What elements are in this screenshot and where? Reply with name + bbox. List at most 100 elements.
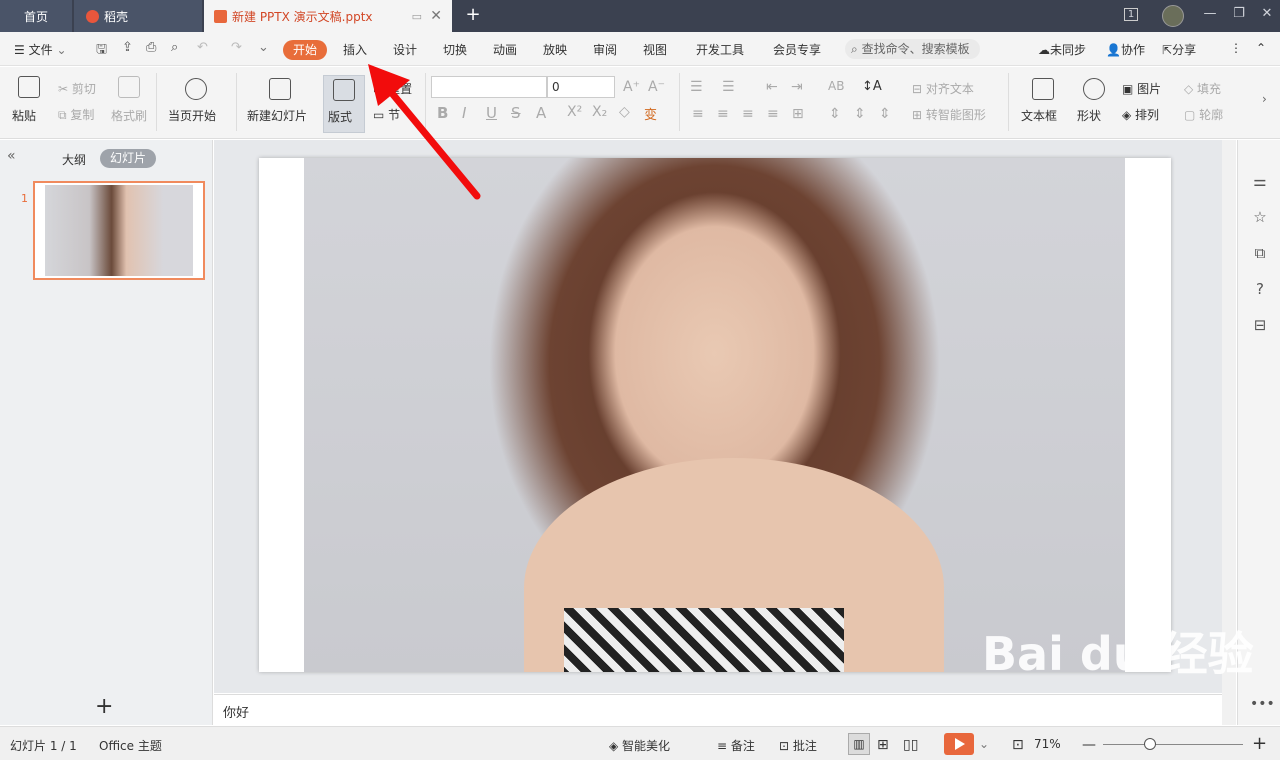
normal-view-icon[interactable]: ▥ [848, 733, 870, 755]
tab-insert[interactable]: 插入 [343, 41, 367, 58]
backup-icon[interactable]: ⊟ [1251, 316, 1269, 334]
tab-slideshow[interactable]: 放映 [543, 41, 567, 58]
file-menu[interactable]: ☰ 文件 ⌄ [14, 41, 67, 58]
font-size-select[interactable]: 0 [547, 76, 615, 98]
text-direction-icon[interactable]: AB [828, 79, 844, 93]
slide-photo[interactable] [304, 158, 1125, 672]
tab-home[interactable]: 首页 [0, 0, 72, 32]
decrease-font-icon[interactable]: A⁻ [648, 79, 665, 95]
tab-slides[interactable]: 幻灯片 [100, 149, 156, 168]
shape-button[interactable]: 形状 [1077, 107, 1101, 124]
arrange-button[interactable]: ◈ 排列 [1122, 106, 1159, 123]
columns-icon[interactable]: ⇕ [879, 106, 891, 122]
paste-button[interactable]: 粘贴 [12, 107, 36, 124]
align-left-icon[interactable]: ≡ [692, 106, 704, 122]
phonetic-icon[interactable]: 变 [644, 104, 657, 123]
tab-outline[interactable]: 大纲 [62, 151, 86, 168]
comments-button[interactable]: ⊡ 批注 [779, 737, 817, 754]
new-tab-button[interactable]: + [462, 4, 484, 25]
play-slideshow-button[interactable] [944, 733, 974, 755]
add-slide-button[interactable]: + [95, 694, 113, 719]
notes-text[interactable]: 你好 [223, 702, 249, 721]
numbering-icon[interactable]: ☰ [722, 79, 735, 95]
share-button[interactable]: ⇱分享 [1162, 41, 1196, 58]
align-text-button[interactable]: ⊟ 对齐文本 [912, 80, 974, 97]
tab-developer[interactable]: 开发工具 [696, 41, 744, 58]
tab-daoke[interactable]: 稻壳 [74, 0, 202, 32]
avatar[interactable] [1162, 5, 1184, 27]
outline-button[interactable]: ▢ 轮廓 [1184, 106, 1223, 123]
restore-icon[interactable]: ❐ [1228, 6, 1250, 21]
collapse-panel-icon[interactable]: « [7, 148, 16, 164]
slide[interactable] [259, 158, 1171, 672]
align-center-icon[interactable]: ≡ [717, 106, 729, 122]
slide-thumbnail[interactable] [33, 181, 205, 280]
transition-icon[interactable]: ⧉ [1251, 244, 1269, 262]
font-color-icon[interactable]: A [536, 104, 546, 122]
animation-star-icon[interactable]: ☆ [1251, 208, 1269, 226]
reading-view-icon[interactable]: ▯▯ [903, 737, 918, 753]
print-preview-icon[interactable]: ⌕ [171, 40, 178, 55]
close-tab-icon[interactable]: ✕ [430, 8, 442, 24]
sync-status[interactable]: ☁未同步 [1038, 41, 1086, 58]
more-options-icon[interactable]: ••• [1250, 696, 1275, 712]
collapse-ribbon-icon[interactable]: ⌃ [1256, 41, 1266, 55]
print-icon[interactable]: ⎙ [146, 40, 156, 55]
copy-button[interactable]: ⧉ 复制 [58, 106, 94, 123]
tab-animation[interactable]: 动画 [493, 41, 517, 58]
ribbon-scroll-right-icon[interactable]: › [1262, 92, 1267, 106]
superscript-icon[interactable]: X² [567, 104, 582, 120]
window-badge-icon[interactable]: 1 [1120, 6, 1142, 21]
bullets-icon[interactable]: ☰ [690, 79, 703, 95]
close-window-icon[interactable]: ✕ [1256, 6, 1278, 21]
slide-sorter-icon[interactable]: ⊞ [877, 737, 889, 753]
settings-sliders-icon[interactable]: ⚌ [1251, 172, 1269, 190]
clear-format-icon[interactable]: ◇ [619, 104, 630, 120]
minimize-icon[interactable]: — [1199, 6, 1221, 21]
zoom-slider-handle[interactable] [1144, 738, 1156, 750]
fit-window-icon[interactable]: ⊡ [1012, 737, 1024, 753]
new-slide-button[interactable]: 新建幻灯片 [247, 107, 307, 124]
increase-indent-icon[interactable]: ⇥ [791, 79, 803, 95]
distributed-icon[interactable]: ⊞ [792, 106, 804, 122]
fill-button[interactable]: ◇ 填充 [1184, 80, 1221, 97]
customize-dropdown-icon[interactable]: ⌄ [258, 40, 269, 55]
layout-button[interactable]: 版式 [323, 75, 365, 133]
cut-button[interactable]: ✂ 剪切 [58, 80, 96, 97]
picture-button[interactable]: ▣ 图片 [1122, 80, 1161, 97]
tab-document[interactable]: 新建 PPTX 演示文稿.pptx ▭ ✕ [204, 0, 452, 32]
increase-font-icon[interactable]: A⁺ [623, 79, 640, 95]
paragraph-spacing-icon[interactable]: ⇕ [854, 106, 866, 122]
tab-design[interactable]: 设计 [393, 41, 417, 58]
justify-icon[interactable]: ≡ [767, 106, 779, 122]
subscript-icon[interactable]: X₂ [592, 104, 607, 120]
play-from-current-button[interactable]: 当页开始 [168, 107, 216, 124]
zoom-in-icon[interactable]: + [1252, 733, 1267, 754]
zoom-slider[interactable] [1103, 744, 1243, 745]
sort-icon[interactable]: ↕A [862, 79, 882, 94]
theme-name[interactable]: Office 主题 [99, 737, 162, 754]
more-menu-icon[interactable]: ⋮ [1230, 41, 1242, 55]
tab-view[interactable]: 视图 [643, 41, 667, 58]
command-search[interactable]: ⌕ 查找命令、搜索模板 [845, 39, 980, 59]
line-spacing-icon[interactable]: ⇕ [829, 106, 841, 122]
monitor-icon[interactable]: ▭ [412, 10, 422, 23]
tab-review[interactable]: 审阅 [593, 41, 617, 58]
textbox-button[interactable]: 文本框 [1021, 107, 1057, 124]
export-icon[interactable]: ⇪ [122, 40, 133, 55]
tab-start[interactable]: 开始 [283, 40, 327, 60]
smart-beautify-button[interactable]: ◈ 智能美化 [609, 737, 670, 754]
help-icon[interactable]: ? [1251, 280, 1269, 298]
smartart-button[interactable]: ⊞ 转智能图形 [912, 106, 986, 123]
format-painter-button[interactable]: 格式刷 [111, 107, 147, 124]
tab-transition[interactable]: 切换 [443, 41, 467, 58]
zoom-level[interactable]: 71% [1034, 737, 1061, 751]
strikethrough-icon[interactable]: S [511, 104, 521, 122]
zoom-out-icon[interactable]: — [1082, 737, 1096, 753]
tab-membership[interactable]: 会员专享 [773, 41, 821, 58]
notes-button[interactable]: ≡ 备注 [717, 737, 755, 754]
collaborate-button[interactable]: 👤协作 [1106, 41, 1145, 58]
undo-icon[interactable]: ↶ [197, 40, 208, 55]
align-right-icon[interactable]: ≡ [742, 106, 754, 122]
save-icon[interactable]: 🖫 [96, 40, 107, 62]
